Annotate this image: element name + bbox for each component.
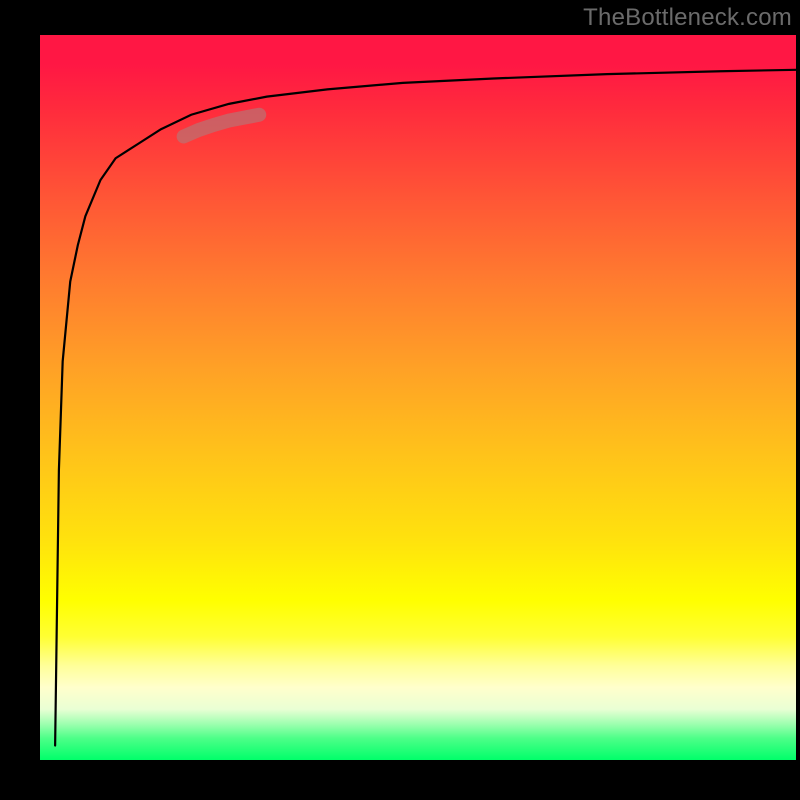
plot-area [40, 35, 796, 760]
curve-layer [40, 35, 796, 760]
main-curve [55, 70, 796, 746]
highlight-segment [184, 115, 260, 137]
watermark-text: TheBottleneck.com [583, 4, 792, 32]
chart-container: TheBottleneck.com [0, 0, 800, 800]
